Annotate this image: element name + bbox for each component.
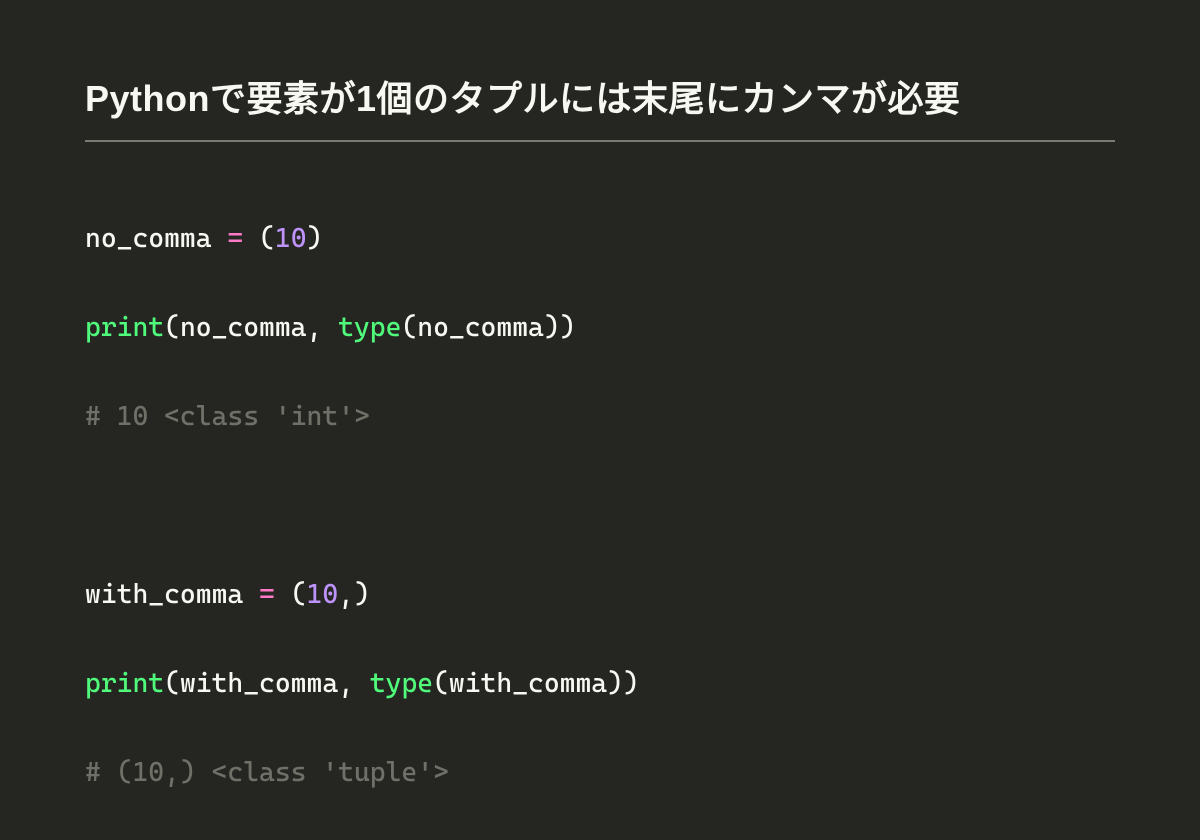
variable-name: with_comma bbox=[85, 579, 243, 610]
builtin-print: print bbox=[85, 312, 164, 343]
variable-name: no_comma bbox=[180, 312, 307, 343]
space bbox=[322, 312, 338, 343]
paren-open: ( bbox=[291, 579, 307, 610]
variable-name: no_comma bbox=[417, 312, 544, 343]
assign-operator: = bbox=[259, 579, 275, 610]
space bbox=[275, 579, 291, 610]
paren-open: ( bbox=[164, 668, 180, 699]
builtin-type: type bbox=[370, 668, 433, 699]
space bbox=[243, 223, 259, 254]
comma: , bbox=[338, 668, 354, 699]
paren-open: ( bbox=[401, 312, 417, 343]
comma: , bbox=[338, 579, 354, 610]
space bbox=[212, 223, 228, 254]
builtin-print: print bbox=[85, 668, 164, 699]
builtin-type: type bbox=[338, 312, 401, 343]
variable-name: with_comma bbox=[449, 668, 607, 699]
paren-open: ( bbox=[164, 312, 180, 343]
code-line-3: # 10 <class 'int'> bbox=[85, 395, 1115, 440]
paren-open: ( bbox=[433, 668, 449, 699]
space bbox=[354, 668, 370, 699]
variable-name: with_comma bbox=[180, 668, 338, 699]
code-line-blank bbox=[85, 484, 1115, 529]
code-block: no_comma = (10) print(no_comma, type(no_… bbox=[85, 172, 1115, 840]
assign-operator: = bbox=[227, 223, 243, 254]
code-line-2: print(no_comma, type(no_comma)) bbox=[85, 306, 1115, 351]
page-title: Pythonで要素が1個のタプルには末尾にカンマが必要 bbox=[85, 70, 1115, 142]
code-line-1: no_comma = (10) bbox=[85, 217, 1115, 262]
paren-close: ) bbox=[307, 223, 323, 254]
number-literal: 10 bbox=[275, 223, 307, 254]
comma: , bbox=[307, 312, 323, 343]
code-line-5: with_comma = (10,) bbox=[85, 573, 1115, 618]
paren-close: ) bbox=[354, 579, 370, 610]
paren-open: ( bbox=[259, 223, 275, 254]
number-literal: 10 bbox=[307, 579, 339, 610]
paren-close: ) bbox=[544, 312, 560, 343]
code-line-6: print(with_comma, type(with_comma)) bbox=[85, 662, 1115, 707]
paren-close: ) bbox=[560, 312, 576, 343]
space bbox=[243, 579, 259, 610]
variable-name: no_comma bbox=[85, 223, 212, 254]
paren-close: ) bbox=[607, 668, 623, 699]
code-line-7: # (10,) <class 'tuple'> bbox=[85, 751, 1115, 796]
comment: # (10,) <class 'tuple'> bbox=[85, 757, 449, 788]
comment: # 10 <class 'int'> bbox=[85, 401, 370, 432]
paren-close: ) bbox=[623, 668, 639, 699]
